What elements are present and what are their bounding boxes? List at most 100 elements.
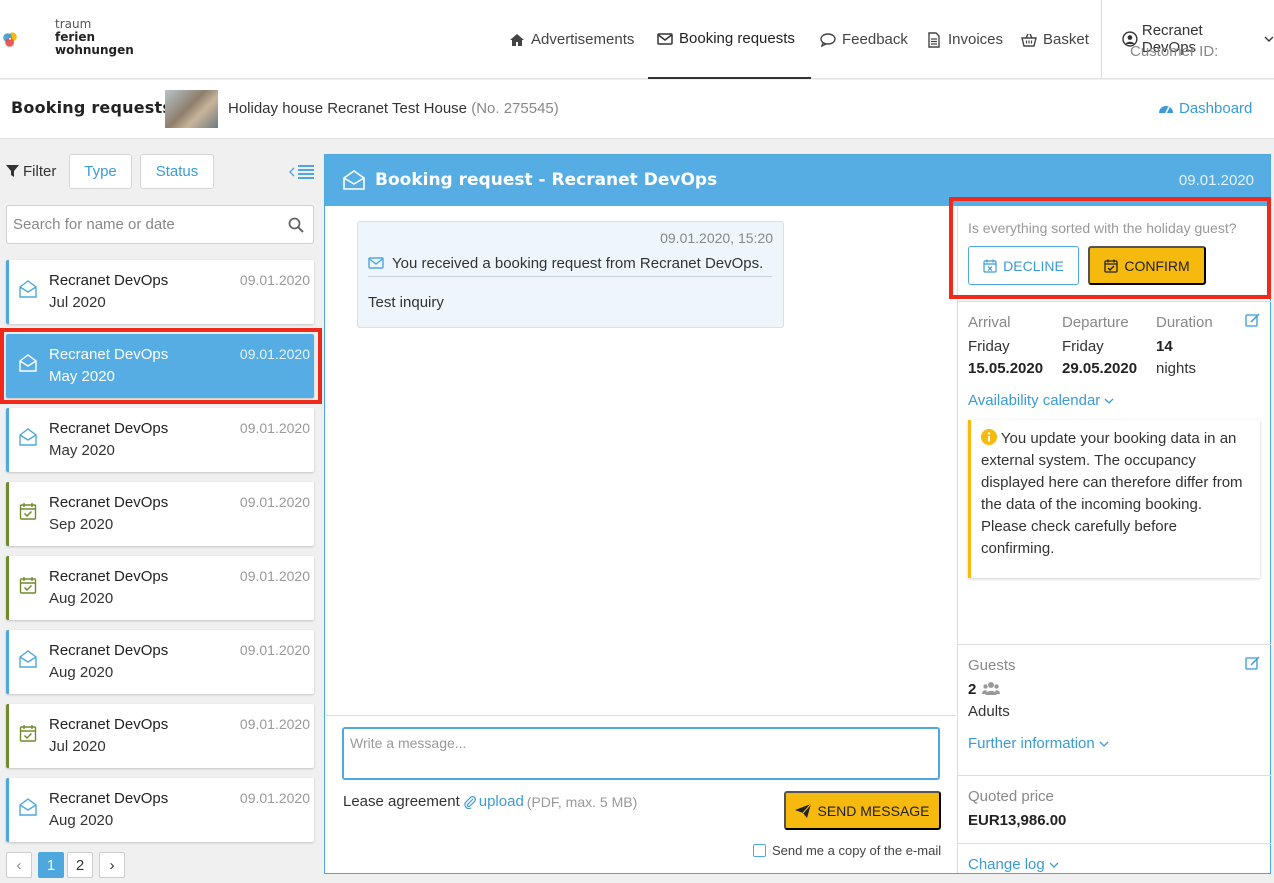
request-item-selected[interactable]: Recranet DevOps May 2020 09.01.2020 (6, 334, 314, 398)
departure-date: 29.05.2020 (1062, 360, 1138, 377)
chevron-down-icon (1264, 36, 1274, 42)
top-navbar: traum ferien wohnungen Advertisements Bo… (0, 0, 1274, 79)
panel-header: Booking request - Recranet DevOps 09.01.… (325, 155, 1270, 206)
chevron-down-icon (1104, 398, 1114, 404)
calendar-check-icon (19, 503, 37, 520)
further-information-link[interactable]: Further information (968, 735, 1109, 752)
search-input[interactable] (7, 206, 277, 243)
nav-advertisements[interactable]: Advertisements (509, 0, 634, 79)
decision-question: Is everything sorted with the holiday gu… (968, 220, 1237, 236)
envelope-open-icon (19, 650, 37, 668)
pagination-page-1[interactable]: 1 (38, 852, 64, 878)
divider (326, 715, 956, 716)
customer-id: Customer ID: (1130, 43, 1219, 60)
dashboard-link[interactable]: Dashboard (1158, 100, 1252, 117)
message-body: Test inquiry (368, 294, 444, 311)
envelope-icon (657, 32, 673, 45)
guests-type: Adults (968, 703, 1010, 720)
house-name: Holiday house Recranet Test House (No. 2… (228, 100, 559, 117)
pagination-next-button[interactable]: › (99, 852, 125, 878)
envelope-open-icon (19, 428, 37, 446)
paper-plane-icon (795, 803, 812, 818)
page-title: Booking requests (11, 98, 173, 117)
document-icon (928, 31, 940, 48)
duration-value: 14 (1156, 338, 1173, 355)
filter-label: Filter (6, 163, 56, 180)
duration-unit: nights (1156, 360, 1197, 377)
message-timestamp: 09.01.2020, 15:20 (660, 230, 773, 246)
house-thumbnail (165, 90, 218, 128)
pagination-page-2[interactable]: 2 (67, 852, 93, 878)
search-box (6, 205, 314, 244)
request-item[interactable]: Recranet DevOps Aug 2020 09.01.2020 (6, 630, 314, 694)
message-bubble: 09.01.2020, 15:20 You received a booking… (357, 221, 784, 328)
compose-box (342, 727, 940, 780)
booking-request-panel: Booking request - Recranet DevOps 09.01.… (324, 154, 1271, 874)
panel-date: 09.01.2020 (1178, 172, 1254, 189)
users-icon (982, 682, 1000, 695)
nav-invoices[interactable]: Invoices (926, 0, 1003, 79)
decline-button[interactable]: DECLINE (968, 246, 1079, 285)
request-item[interactable]: Recranet DevOps Aug 2020 09.01.2020 (6, 778, 314, 842)
logo-text[interactable]: traum ferien wohnungen (55, 18, 134, 57)
panel-title: Booking request - Recranet DevOps (375, 170, 718, 190)
message-headline: You received a booking request from Recr… (368, 250, 772, 277)
pagination-prev-button[interactable]: ‹ (6, 852, 32, 878)
duration-label: Duration (1156, 314, 1213, 331)
search-icon[interactable] (288, 217, 304, 233)
availability-calendar-link[interactable]: Availability calendar (968, 392, 1114, 409)
request-item[interactable]: Recranet DevOps Jul 2020 09.01.2020 (6, 704, 314, 768)
calendar-check-icon (19, 725, 37, 742)
price-value: EUR13,986.00 (968, 812, 1067, 829)
departure-label: Departure (1062, 314, 1129, 331)
account-menu[interactable]: Recranet DevOps Customer ID: (1101, 0, 1274, 79)
request-item[interactable]: Recranet DevOps Aug 2020 09.01.2020 (6, 556, 314, 620)
change-log-link[interactable]: Change log (968, 856, 1059, 873)
envelope-icon (368, 257, 384, 269)
details-column: Is everything sorted with the holiday gu… (957, 206, 1271, 873)
nav-basket[interactable]: Basket (1021, 0, 1089, 79)
arrival-day: Friday (968, 338, 1010, 355)
nav-feedback[interactable]: Feedback (820, 0, 908, 79)
envelope-open-icon (343, 170, 365, 190)
collapse-list-icon[interactable] (289, 163, 315, 181)
arrival-date: 15.05.2020 (968, 360, 1044, 377)
info-circle-icon (981, 429, 997, 445)
request-item[interactable]: Recranet DevOps Jul 2020 09.01.2020 (6, 260, 314, 324)
calendar-check-icon (19, 577, 37, 594)
arrival-label: Arrival (968, 314, 1011, 331)
chevron-down-icon (1049, 862, 1059, 868)
send-copy-checkbox[interactable] (753, 844, 766, 857)
home-icon (510, 33, 524, 46)
calendar-check-icon (1104, 259, 1118, 273)
nav-booking-requests[interactable]: Booking requests (648, 0, 811, 79)
basket-icon (1021, 33, 1037, 47)
edit-dates-icon[interactable] (1245, 312, 1260, 327)
filter-status-button[interactable]: Status (140, 154, 214, 189)
request-item[interactable]: Recranet DevOps Sep 2020 09.01.2020 (6, 482, 314, 546)
price-section: Quoted price EUR13,986.00 (958, 776, 1271, 844)
paperclip-icon (464, 795, 476, 809)
edit-guests-icon[interactable] (1245, 655, 1260, 670)
request-item[interactable]: Recranet DevOps May 2020 09.01.2020 (6, 408, 314, 472)
guests-count: 2 (968, 681, 977, 698)
sub-header: Booking requests Holiday house Recranet … (0, 80, 1274, 139)
dashboard-icon (1159, 105, 1173, 113)
send-copy-option[interactable]: Send me a copy of the e-mail (753, 843, 941, 858)
calendar-x-icon (983, 259, 997, 273)
upload-link[interactable]: upload (479, 793, 524, 810)
guests-label: Guests (968, 657, 1016, 674)
filter-type-button[interactable]: Type (69, 154, 132, 189)
confirm-button[interactable]: CONFIRM (1088, 246, 1206, 285)
send-message-button[interactable]: SEND MESSAGE (784, 791, 941, 830)
envelope-open-icon (19, 798, 37, 816)
external-system-notice: You update your booking data in an exter… (968, 420, 1260, 578)
envelope-open-icon (19, 354, 37, 372)
logo-icon[interactable] (2, 18, 54, 62)
message-input[interactable] (344, 729, 938, 778)
envelope-open-icon (19, 280, 37, 298)
decision-section: Is everything sorted with the holiday gu… (958, 206, 1271, 302)
departure-day: Friday (1062, 338, 1104, 355)
lease-agreement-row: Lease agreement upload (PDF, max. 5 MB) (343, 793, 638, 810)
comment-icon (820, 32, 836, 47)
